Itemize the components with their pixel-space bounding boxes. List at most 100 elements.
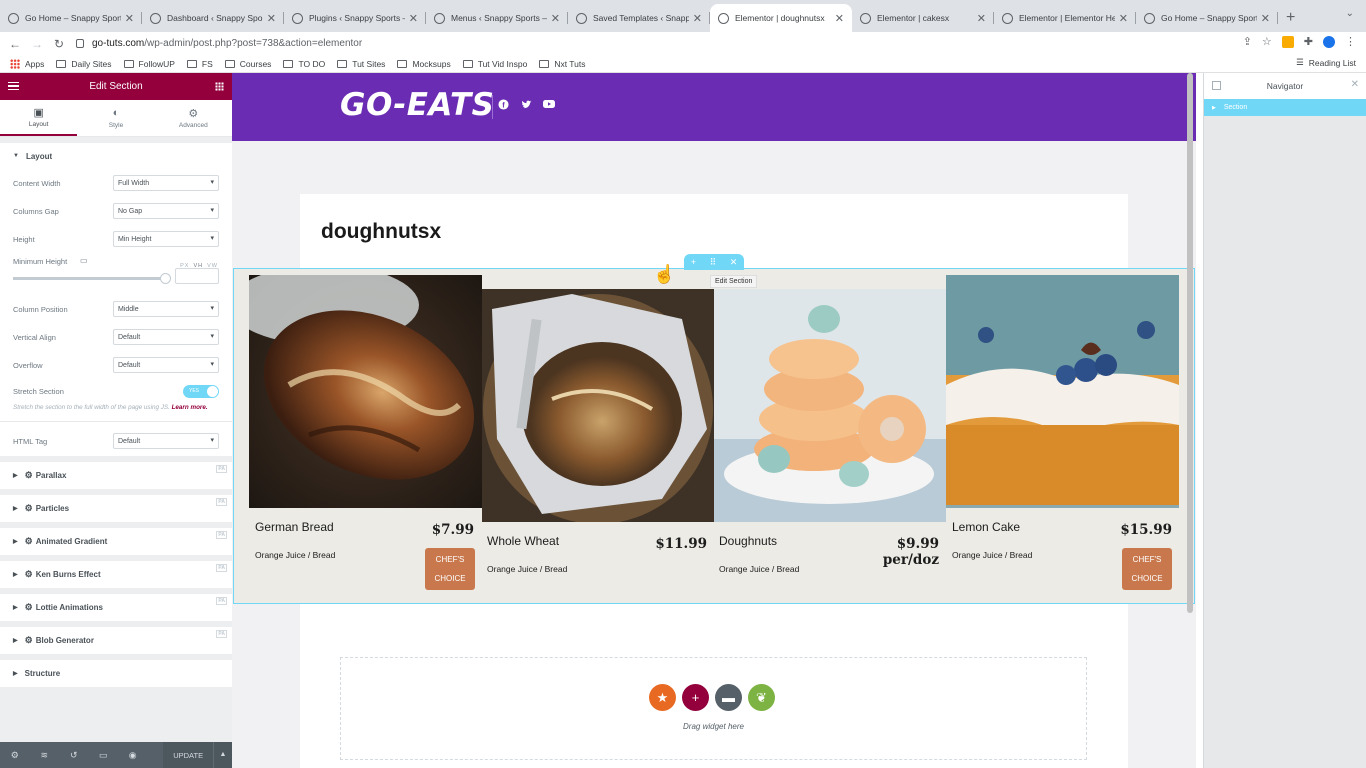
forward-icon[interactable]: → [26,37,48,51]
delete-section-icon[interactable]: ✕ [730,257,738,268]
overflow-select[interactable]: Default [113,357,219,373]
add-section-icon[interactable]: + [691,257,696,267]
share-icon[interactable]: ⇪ [1243,35,1252,48]
close-tab-icon[interactable]: ✕ [267,12,276,25]
height-select[interactable]: Min Height [113,231,219,247]
bookmark-folder[interactable]: Tut Vid Inspo [462,59,527,69]
new-tab-icon[interactable]: + [1286,4,1295,32]
hamburger-icon[interactable] [8,82,19,90]
browser-tab[interactable]: Dashboard ‹ Snappy Sports ✕ [142,4,284,32]
twitter-icon[interactable] [520,99,532,111]
html-tag-select[interactable]: Default [113,433,219,449]
tab-search-icon[interactable]: ⌄ [1346,8,1354,19]
ken-burns-section[interactable]: ▶ ⚙ Ken Burns Effect PA [0,561,232,588]
chefs-choice-badge[interactable]: CHEF'S CHOICE [425,548,475,590]
url-field[interactable]: go-tuts.com/wp-admin/post.php?post=738&a… [76,33,1276,53]
history-icon[interactable]: ↺ [59,750,88,761]
browser-tab-active[interactable]: Elementor | doughnutsx ✕ [710,4,852,32]
browser-tab[interactable]: Menus ‹ Snappy Sports — ✕ [426,4,568,32]
widgets-grid-icon[interactable] [215,82,224,91]
extension-icon[interactable] [1323,35,1335,48]
browser-tab[interactable]: Go Home – Snappy Sports ✕ [0,4,142,32]
drag-section-icon[interactable]: ⠿ [710,257,717,268]
min-height-slider[interactable] [13,273,172,284]
parallax-section[interactable]: ▶ ⚙ Parallax PA [0,462,232,489]
bookmark-folder[interactable]: Courses [224,59,271,69]
extension-icon[interactable] [1281,35,1294,48]
stretch-section-toggle[interactable]: YES [183,384,219,398]
browser-tab[interactable]: Elementor | Elementor He ✕ [994,4,1136,32]
close-tab-icon[interactable]: ✕ [409,12,418,25]
menu-dots-icon[interactable]: ⋮ [1345,35,1356,48]
template-folder-button[interactable]: ▬ [715,684,742,711]
update-options-icon[interactable]: ▲ [212,742,232,768]
whole-wheat-image[interactable] [482,289,714,522]
content-width-select[interactable]: Full Width [113,175,219,191]
bookmark-apps[interactable]: Apps [10,58,44,69]
vertical-align-select[interactable]: Default [113,329,219,345]
canvas-scrollbar[interactable] [1187,73,1193,613]
reading-list[interactable]: ☰ Reading List [1296,57,1356,68]
responsive-desktop-icon[interactable]: ▭ [80,256,88,265]
layout-section-heading[interactable]: ▼ Layout [0,143,232,169]
star-icon[interactable]: ☆ [1262,35,1272,48]
site-logo[interactable]: GO-EATS [340,87,494,123]
youtube-icon[interactable] [543,99,555,111]
collapse-all-icon[interactable] [1212,81,1221,90]
divider [0,421,232,422]
bookmark-folder[interactable]: Daily Sites [56,59,112,69]
bookmark-folder[interactable]: Nxt Tuts [539,59,586,69]
slider-handle[interactable] [160,273,172,284]
structure-section[interactable]: ▶ Structure [0,660,232,687]
template-library-star-button[interactable]: ★ [649,684,676,711]
tab-advanced[interactable]: ⚙ Advanced [155,100,232,136]
panel-header: Edit Section [0,73,232,100]
navigator-layers-icon[interactable]: ≋ [29,750,58,761]
back-icon[interactable]: ← [4,37,26,51]
close-tab-icon[interactable]: ✕ [1119,12,1128,25]
bookmark-folder[interactable]: Tut Sites [337,59,385,69]
responsive-mode-icon[interactable]: ▭ [88,750,117,761]
blob-generator-section[interactable]: ▶ ⚙ Blob Generator PA [0,627,232,654]
bookmark-folder[interactable]: FS [186,59,213,69]
german-bread-image[interactable] [249,275,482,508]
tab-style[interactable]: ◐ Style [77,100,154,136]
animated-gradient-section[interactable]: ▶ ⚙ Animated Gradient PA [0,528,232,555]
tab-layout[interactable]: ▣ Layout [0,100,78,136]
learn-more-link[interactable]: Learn more. [172,404,208,411]
settings-icon[interactable]: ⚙ [0,750,29,761]
canvas-gutter [1196,73,1203,768]
min-height-input[interactable] [175,268,219,284]
selected-section[interactable]: German Bread $7.99 Orange Juice / Bread … [233,268,1195,604]
columns-gap-select[interactable]: No Gap [113,203,219,219]
browser-tab[interactable]: Saved Templates ‹ Snappy ✕ [568,4,710,32]
add-section-button[interactable]: + [682,684,709,711]
close-tab-icon[interactable]: ✕ [551,12,560,25]
column-position-select[interactable]: Middle [113,301,219,317]
bookmark-folder[interactable]: Mocksups [397,59,451,69]
chefs-choice-badge[interactable]: CHEF'S CHOICE [1122,548,1172,590]
envato-leaf-button[interactable]: ❦ [748,684,775,711]
particles-section[interactable]: ▶ ⚙ Particles PA [0,495,232,522]
browser-tab[interactable]: Plugins ‹ Snappy Sports — ✕ [284,4,426,32]
close-icon[interactable]: ✕ [1351,79,1359,90]
bookmark-folder[interactable]: TO DO [283,59,325,69]
navigator-item-section[interactable]: ▶ Section [1204,99,1366,116]
puzzle-icon[interactable]: ✚ [1304,35,1313,48]
facebook-icon[interactable]: f [497,99,509,111]
close-tab-icon[interactable]: ✕ [125,12,134,25]
reload-icon[interactable]: ↻ [48,37,70,51]
doughnuts-image[interactable] [714,289,946,522]
bookmark-folder[interactable]: FollowUP [123,59,175,69]
browser-tab[interactable]: Go Home – Snappy Sports ✕ [1136,4,1278,32]
lemon-cake-image[interactable] [946,275,1179,508]
preview-eye-icon[interactable]: ◉ [118,750,147,761]
close-tab-icon[interactable]: ✕ [977,12,986,25]
close-tab-icon[interactable]: ✕ [1261,12,1270,25]
close-tab-icon[interactable]: ✕ [693,12,702,25]
drop-zone[interactable]: ★ + ▬ ❦ Drag widget here [340,657,1087,760]
lottie-section[interactable]: ▶ ⚙ Lottie Animations PA [0,594,232,621]
close-tab-icon[interactable]: ✕ [835,12,844,25]
update-button[interactable]: UPDATE [163,742,213,768]
browser-tab[interactable]: Elementor | cakesx ✕ [852,4,994,32]
